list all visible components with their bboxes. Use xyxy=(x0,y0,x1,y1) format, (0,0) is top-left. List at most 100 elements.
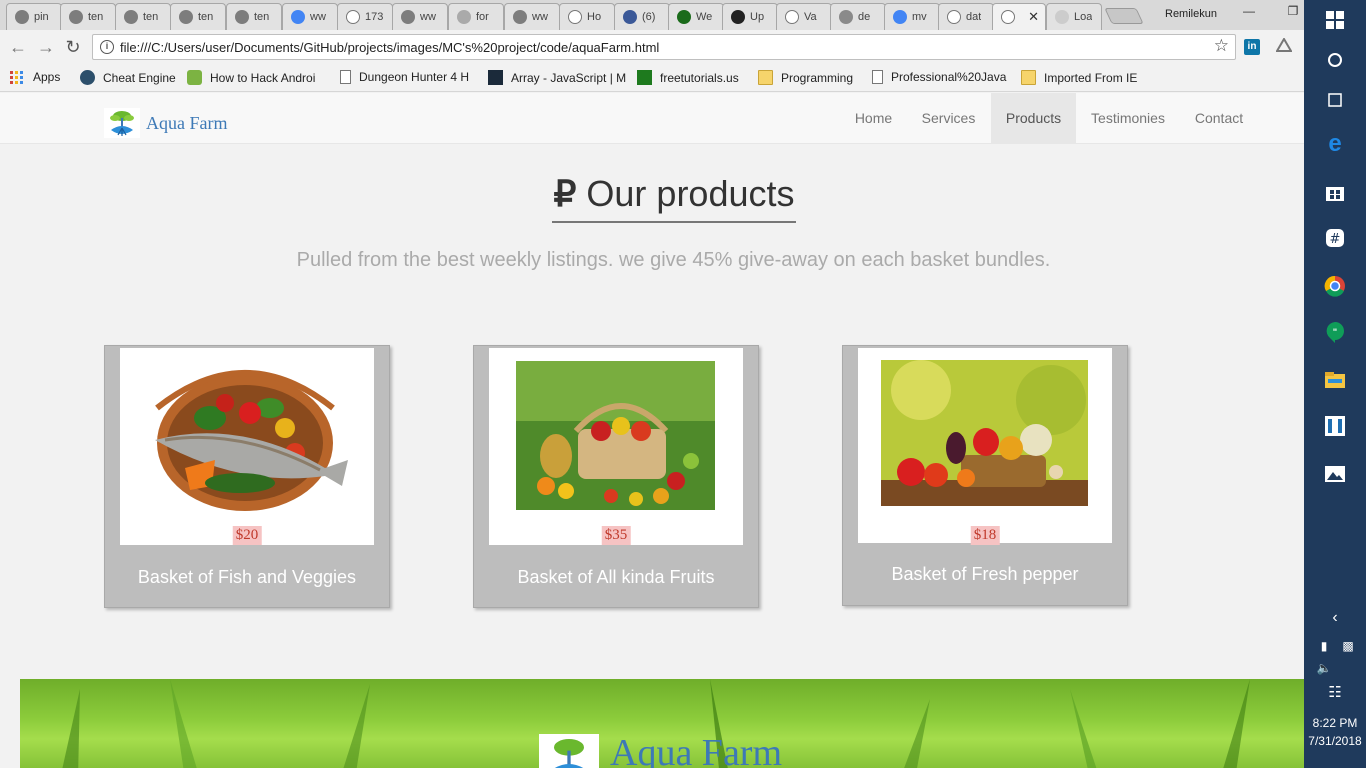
bookmark-item[interactable]: Programming xyxy=(758,70,853,85)
nav-services[interactable]: Services xyxy=(906,93,991,143)
browser-tab[interactable]: ten xyxy=(60,3,116,30)
folder-icon xyxy=(1021,70,1036,85)
browser-tab[interactable]: pin xyxy=(6,3,62,30)
products-heading: ₽ Our products xyxy=(552,173,796,223)
browser-tab[interactable]: ww xyxy=(504,3,560,30)
bookmark-item[interactable]: Dungeon Hunter 4 H xyxy=(340,70,469,84)
product-image: $35 xyxy=(489,348,743,545)
product-title[interactable]: Basket of All kinda Fruits xyxy=(474,567,758,588)
browser-tab[interactable]: mv xyxy=(884,3,940,30)
browser-tab[interactable]: ww xyxy=(282,3,338,30)
tab-label: 173 xyxy=(365,11,384,23)
github-favicon-icon xyxy=(731,10,745,24)
product-card-pepper[interactable]: $18 Basket of Fresh pepper xyxy=(842,345,1128,606)
page-icon xyxy=(872,70,883,84)
browser-tab[interactable]: 173 xyxy=(337,3,393,30)
bookmark-label: Professional%20Java xyxy=(891,70,1007,84)
browser-tab[interactable]: Loa xyxy=(1046,3,1102,30)
action-center-icon[interactable]: ☷ xyxy=(1322,680,1348,704)
back-arrow-icon[interactable]: ← xyxy=(8,37,28,57)
nav-home[interactable]: Home xyxy=(841,93,906,143)
page-favicon-icon xyxy=(124,10,138,24)
bookmark-item[interactable]: Cheat Engine xyxy=(80,70,176,85)
cortana-icon[interactable] xyxy=(1322,48,1348,72)
footer-grass-banner: Aqua Farm xyxy=(20,679,1304,768)
chrome-icon[interactable] xyxy=(1322,274,1348,298)
facebook-favicon-icon xyxy=(839,10,853,24)
product-title[interactable]: Basket of Fish and Veggies xyxy=(105,567,389,588)
network-icon[interactable]: ▩ xyxy=(1338,634,1358,658)
chevron-left-icon[interactable]: ‹ xyxy=(1322,606,1348,630)
page-favicon-icon xyxy=(69,10,83,24)
products-subheading: Pulled from the best weekly listings. we… xyxy=(296,249,1051,271)
drive-extension-icon[interactable] xyxy=(1275,37,1293,54)
tab-label: pin xyxy=(34,11,49,23)
product-title[interactable]: Basket of Fresh pepper xyxy=(843,564,1127,585)
browser-tab[interactable]: ten xyxy=(115,3,171,30)
brand-name: Aqua Farm xyxy=(146,112,228,133)
vscode-icon[interactable] xyxy=(1322,414,1348,438)
bookmark-label: Apps xyxy=(33,70,61,84)
edge-browser-icon[interactable]: e xyxy=(1322,130,1348,157)
browser-tab[interactable]: de xyxy=(830,3,886,30)
bookmark-item[interactable]: Imported From IE xyxy=(1021,70,1137,85)
product-card-fish-veggies[interactable]: $20 Basket of Fish and Veggies xyxy=(104,345,390,608)
browser-tab[interactable]: Ho xyxy=(559,3,615,30)
bookmark-item[interactable]: How to Hack Androi xyxy=(187,70,315,85)
nav-contact[interactable]: Contact xyxy=(1180,93,1258,143)
bookmark-item[interactable]: Array - JavaScript | M xyxy=(488,70,626,85)
tab-label: ww xyxy=(310,11,326,23)
restore-icon[interactable]: ❐ xyxy=(1278,4,1304,18)
product-card-fruits[interactable]: $35 Basket of All kinda Fruits xyxy=(473,345,759,608)
apps-grid-icon xyxy=(10,70,23,84)
nav-products[interactable]: Products xyxy=(991,93,1076,143)
cheat-engine-icon xyxy=(80,70,95,85)
minimize-icon[interactable]: — xyxy=(1234,4,1264,18)
clock-date[interactable]: 7/31/2018 xyxy=(1304,734,1366,748)
close-tab-icon[interactable]: ✕ xyxy=(1028,9,1039,25)
products-heading-text: Our products xyxy=(586,173,795,214)
file-explorer-icon[interactable] xyxy=(1322,368,1348,392)
reload-icon[interactable]: ↻ xyxy=(63,37,83,57)
battery-icon[interactable]: ▮ xyxy=(1314,634,1334,658)
clock-time[interactable]: 8:22 PM xyxy=(1304,716,1366,730)
browser-tab[interactable]: Va xyxy=(776,3,832,30)
tab-label: ten xyxy=(143,11,159,23)
browser-tab[interactable]: Up xyxy=(722,3,778,30)
browser-tab[interactable]: (6) xyxy=(614,3,670,30)
task-view-icon[interactable] xyxy=(1322,88,1348,112)
tab-label: for xyxy=(476,11,489,23)
volume-icon[interactable]: 🔈 xyxy=(1314,656,1334,680)
pepper-basket-picture xyxy=(881,360,1088,506)
f-favicon-icon xyxy=(457,10,471,24)
hangouts-icon[interactable]: " xyxy=(1322,320,1348,344)
site-navbar: Aqua Farm Home Services Products Testimo… xyxy=(0,93,1304,144)
tab-label: Loa xyxy=(1074,11,1093,23)
slack-icon[interactable]: # xyxy=(1322,226,1348,250)
browser-tab[interactable]: ✕ xyxy=(992,3,1046,30)
store-icon[interactable] xyxy=(1322,180,1348,204)
bookmark-label: Cheat Engine xyxy=(103,70,176,85)
browser-tab[interactable]: We xyxy=(668,3,724,30)
bookmark-item[interactable]: Apps xyxy=(10,70,60,84)
info-icon[interactable]: i xyxy=(100,40,114,54)
address-bar[interactable]: i file:///C:/Users/user/Documents/GitHub… xyxy=(92,34,1236,60)
profile-name[interactable]: Remilekun xyxy=(1165,8,1217,20)
bookmark-star-icon[interactable]: ☆ xyxy=(1214,36,1229,56)
bookmark-label: Imported From IE xyxy=(1044,70,1138,85)
browser-tab[interactable]: ten xyxy=(170,3,226,30)
browser-tab[interactable]: ww xyxy=(392,3,448,30)
bookmark-item[interactable]: freetutorials.us xyxy=(637,70,739,85)
forward-arrow-icon[interactable]: → xyxy=(36,37,56,57)
nav-testimonies[interactable]: Testimonies xyxy=(1076,93,1180,143)
browser-tab[interactable]: ten xyxy=(226,3,282,30)
bookmark-item[interactable]: Professional%20Java xyxy=(872,70,1006,84)
browser-tab[interactable]: dat xyxy=(938,3,994,30)
linkedin-extension-icon[interactable]: in xyxy=(1244,39,1260,55)
url-text[interactable]: file:///C:/Users/user/Documents/GitHub/p… xyxy=(120,40,659,55)
brand[interactable]: Aqua Farm xyxy=(104,108,227,138)
browser-tab[interactable]: for xyxy=(448,3,504,30)
photos-icon[interactable] xyxy=(1322,462,1348,486)
new-tab-button[interactable] xyxy=(1104,8,1144,24)
windows-start-icon[interactable] xyxy=(1322,8,1348,32)
